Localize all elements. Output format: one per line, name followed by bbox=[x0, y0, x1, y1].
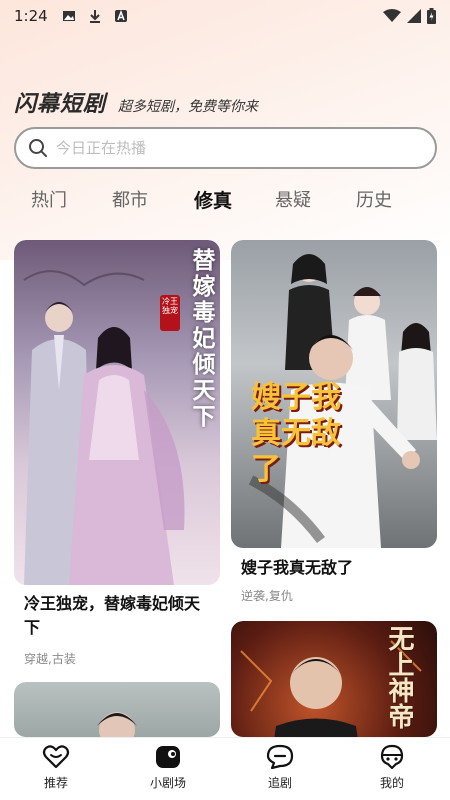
category-tabs: 热门 都市 修真 悬疑 历史 bbox=[0, 186, 450, 220]
tab-label: 都市 bbox=[112, 190, 148, 211]
drama-poster[interactable]: 无上神帝 bbox=[231, 621, 437, 737]
tab-city[interactable]: 都市 bbox=[112, 186, 148, 212]
nav-mine[interactable]: 我的 bbox=[362, 744, 422, 791]
tab-label: 修真 bbox=[194, 190, 233, 212]
search-input[interactable] bbox=[56, 139, 396, 157]
tab-label: 热门 bbox=[31, 190, 67, 211]
nav-recommend[interactable]: 推荐 bbox=[26, 744, 86, 791]
tab-hot[interactable]: 热门 bbox=[31, 186, 67, 212]
drama-card[interactable]: 无上神帝 bbox=[231, 621, 437, 737]
drama-card[interactable]: 冷王独宠 替嫁毒妃倾天下 冷王独宠，替嫁毒妃倾天下 穿越,古装 bbox=[14, 240, 220, 670]
nav-label: 推荐 bbox=[43, 776, 68, 790]
drama-card[interactable]: 嫂子我真无敌了 嫂子我真无敌了 逆袭,复仇 bbox=[231, 240, 437, 610]
drama-poster[interactable]: 嫂子我真无敌了 bbox=[231, 240, 437, 548]
drama-poster[interactable]: 冷王独宠 替嫁毒妃倾天下 bbox=[14, 240, 220, 585]
search-icon bbox=[29, 139, 47, 157]
tab-label: 悬疑 bbox=[275, 190, 311, 211]
tab-suspense[interactable]: 悬疑 bbox=[275, 186, 311, 212]
tab-xiuzhen[interactable]: 修真 bbox=[188, 186, 242, 214]
poster-badge: 冷王独宠 bbox=[160, 295, 180, 331]
brand-header: 闪幕短剧 超多短剧，免费等你来 bbox=[14, 86, 258, 118]
poster-title-text: 替嫁毒妃倾天下 bbox=[188, 248, 215, 430]
signal-icon bbox=[407, 9, 421, 23]
drama-tags: 穿越,古装 bbox=[24, 652, 76, 666]
search-bar[interactable] bbox=[14, 127, 437, 169]
drama-tags: 逆袭,复仇 bbox=[241, 589, 293, 603]
theater-icon bbox=[156, 746, 180, 768]
heart-chat-icon bbox=[42, 745, 70, 769]
poster-title-text: 无上神帝 bbox=[384, 625, 414, 729]
app-slogan: 超多短剧，免费等你来 bbox=[118, 99, 259, 115]
download-icon bbox=[89, 10, 100, 23]
nav-label: 我的 bbox=[379, 776, 404, 790]
nav-label: 追剧 bbox=[267, 776, 292, 790]
battery-icon bbox=[427, 8, 436, 24]
nav-theater[interactable]: 小剧场 bbox=[138, 744, 198, 791]
tab-history[interactable]: 历史 bbox=[356, 186, 392, 212]
drama-poster[interactable] bbox=[14, 682, 220, 737]
wifi-icon bbox=[383, 9, 401, 22]
drama-card[interactable] bbox=[14, 682, 220, 737]
app-title: 闪幕短剧 bbox=[14, 92, 107, 117]
poster-badge-text: 冷王独宠 bbox=[162, 297, 178, 315]
profile-icon bbox=[380, 744, 404, 770]
follow-chat-icon bbox=[266, 744, 294, 770]
bottom-nav: 推荐 小剧场 追剧 我的 bbox=[0, 737, 450, 800]
status-bar: 1:24 bbox=[0, 0, 450, 32]
poster-title-text: 嫂子我真无敌了 bbox=[251, 380, 341, 487]
a-icon bbox=[114, 9, 127, 22]
image-icon bbox=[62, 11, 75, 21]
nav-label: 小剧场 bbox=[149, 776, 186, 790]
status-time: 1:24 bbox=[14, 7, 48, 25]
drama-title[interactable]: 冷王独宠，替嫁毒妃倾天下 bbox=[24, 592, 214, 640]
drama-title[interactable]: 嫂子我真无敌了 bbox=[241, 556, 431, 580]
tab-label: 历史 bbox=[356, 190, 392, 211]
nav-follow[interactable]: 追剧 bbox=[250, 744, 310, 791]
poster-artwork bbox=[97, 712, 137, 737]
